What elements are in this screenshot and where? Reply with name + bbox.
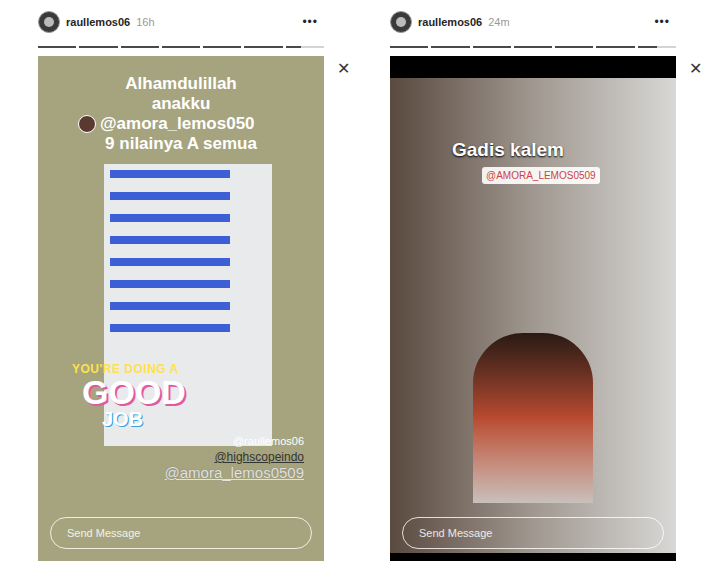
more-button[interactable]: •••	[654, 13, 676, 31]
send-message-input[interactable]	[402, 517, 664, 549]
story-header: raullemos06 16h •••	[38, 10, 324, 34]
progress-fill	[162, 46, 200, 48]
story-group: raullemos0616h•••Alhamdulillahanakku@amo…	[38, 0, 362, 561]
progress-fill	[555, 46, 593, 48]
story-header: raullemos06 24m •••	[390, 10, 676, 34]
caption-line: 9 nilainya A semua	[105, 134, 257, 154]
progress-segment	[286, 46, 324, 48]
progress-segment	[203, 46, 241, 48]
username[interactable]: raullemos06	[418, 14, 482, 31]
progress-fill	[79, 46, 117, 48]
username[interactable]: raullemos06	[66, 14, 130, 31]
progress-fill	[38, 46, 76, 48]
close-button[interactable]: ✕	[689, 61, 702, 561]
progress-segment	[431, 46, 469, 48]
story-panel: Alhamdulillahanakku@amora_lemos0509 nila…	[38, 56, 324, 561]
send-message-input[interactable]	[50, 517, 312, 549]
mention-tag[interactable]: @AMORA_LEMOS0509	[482, 167, 600, 184]
progress-segment	[596, 46, 634, 48]
reply-bar	[390, 517, 676, 561]
post-time: 24m	[488, 14, 509, 31]
caption-line: Gadis kalem	[452, 136, 564, 165]
tags: @raullemos06@highscopeindo@amora_lemos05…	[38, 433, 324, 481]
progress-segment	[514, 46, 552, 48]
story-panel: Gadis kalem @AMORA_LEMOS0509	[390, 56, 676, 561]
progress-segment	[162, 46, 200, 48]
story-group: raullemos06 24m ••• Gadis kalem @AMORA_LEMOS…	[390, 0, 714, 561]
mention-avatar-icon	[78, 115, 96, 133]
tag[interactable]: @raullemos06	[233, 433, 304, 449]
progress-fill	[203, 46, 241, 48]
mention-chip[interactable]: @amora_lemos050	[78, 114, 255, 134]
progress-fill	[431, 46, 469, 48]
progress-fill	[244, 46, 282, 48]
caption-line: Alhamdulillah	[125, 74, 236, 94]
progress-segment	[38, 46, 76, 48]
progress-fill	[473, 46, 511, 48]
avatar-icon[interactable]	[38, 11, 60, 33]
progress-bars	[38, 46, 324, 48]
progress-bars	[390, 46, 676, 48]
story-overlay: Alhamdulillahanakku@amora_lemos0509 nila…	[38, 56, 324, 561]
caption: Gadis kalem @AMORA_LEMOS0509	[390, 56, 676, 184]
reply-bar	[38, 517, 324, 561]
mention-text[interactable]: @amora_lemos050	[100, 114, 255, 134]
progress-fill	[390, 46, 428, 48]
progress-segment	[390, 46, 428, 48]
story: raullemos0616h•••Alhamdulillahanakku@amo…	[38, 0, 324, 561]
progress-fill	[638, 46, 657, 48]
caption: Alhamdulillahanakku@amora_lemos0509 nila…	[38, 56, 324, 154]
story: raullemos06 24m ••• Gadis kalem @AMORA_LEMOS…	[390, 0, 676, 561]
progress-fill	[514, 46, 552, 48]
tag[interactable]: @highscopeindo	[214, 449, 304, 465]
sticker-line: JOB	[72, 409, 143, 429]
avatar-icon[interactable]	[390, 11, 412, 33]
avatar-face-icon	[44, 17, 54, 27]
progress-segment	[638, 46, 676, 48]
post-time: 16h	[136, 14, 154, 31]
progress-segment	[473, 46, 511, 48]
avatar-face-icon	[396, 17, 406, 27]
progress-segment	[121, 46, 159, 48]
progress-fill	[286, 46, 301, 48]
story-overlay: Gadis kalem @AMORA_LEMOS0509	[390, 56, 676, 561]
progress-segment	[79, 46, 117, 48]
sticker-line: GOOD	[72, 375, 186, 409]
progress-segment	[244, 46, 282, 48]
progress-fill	[121, 46, 159, 48]
progress-fill	[596, 46, 634, 48]
tag[interactable]: @amora_lemos0509	[165, 465, 304, 481]
caption-line: anakku	[152, 94, 211, 114]
progress-segment	[555, 46, 593, 48]
more-button[interactable]: •••	[302, 13, 324, 31]
sticker-line: YOU'RE DOING A	[72, 363, 179, 375]
close-button[interactable]: ✕	[337, 61, 350, 561]
good-job-sticker: YOU'RE DOING AGOODJOB	[38, 363, 324, 429]
